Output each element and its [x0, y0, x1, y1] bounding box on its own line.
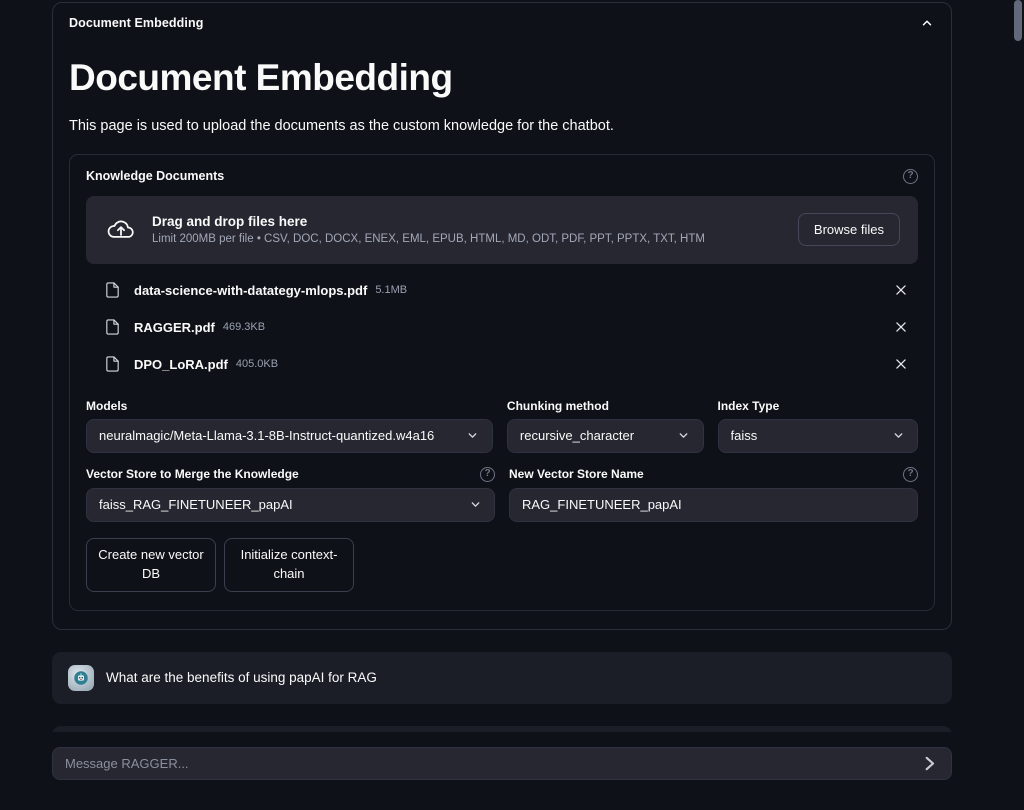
chevron-down-icon [891, 429, 905, 443]
send-arrow-icon[interactable] [919, 754, 939, 774]
new-vector-store-name-label: New Vector Store Name ? [509, 467, 918, 482]
index-type-select[interactable]: faiss [718, 419, 919, 453]
file-dropzone[interactable]: Drag and drop files here Limit 200MB per… [86, 196, 918, 264]
main-content-column: Document Embedding Document Embedding Th… [52, 2, 952, 778]
settings-row-1: Models neuralmagic/Meta-Llama-3.1-8B-Ins… [86, 399, 918, 453]
new-vector-store-name-label-text: New Vector Store Name [509, 467, 644, 481]
chunking-method-value: recursive_character [520, 428, 677, 443]
uploaded-file-list: data-science-with-datategy-mlops.pdf 5.1… [86, 272, 918, 383]
index-type-field: Index Type faiss [718, 399, 919, 453]
chevron-down-icon [677, 429, 691, 443]
vector-store-merge-label-text: Vector Store to Merge the Knowledge [86, 467, 299, 481]
new-vector-store-name-field: New Vector Store Name ? RAG_FINETUNEER_p… [509, 467, 918, 522]
vector-store-merge-field: Vector Store to Merge the Knowledge ? fa… [86, 467, 495, 522]
knowledge-documents-header: Knowledge Documents ? [86, 169, 918, 184]
file-size: 5.1MB [375, 284, 407, 296]
vector-store-merge-label: Vector Store to Merge the Knowledge ? [86, 467, 495, 482]
cloud-upload-icon [104, 213, 138, 247]
models-value: neuralmagic/Meta-Llama-3.1-8B-Instruct-q… [99, 428, 466, 443]
expander-header[interactable]: Document Embedding [53, 3, 951, 39]
expander-title: Document Embedding [69, 16, 203, 30]
remove-file-icon[interactable] [888, 314, 914, 340]
dropzone-limits: Limit 200MB per file • CSV, DOC, DOCX, E… [152, 233, 784, 245]
chat-input-bar[interactable] [52, 747, 952, 780]
page-title: Document Embedding [69, 57, 935, 100]
file-name: data-science-with-datategy-mlops.pdf [134, 283, 367, 298]
file-icon [104, 354, 130, 374]
table-row: data-science-with-datategy-mlops.pdf 5.1… [86, 272, 918, 309]
help-icon[interactable]: ? [903, 467, 918, 482]
browse-files-button[interactable]: Browse files [798, 213, 900, 246]
remove-file-icon[interactable] [888, 351, 914, 377]
file-size: 405.0KB [236, 358, 278, 370]
vector-store-merge-value: faiss_RAG_FINETUNEER_papAI [99, 497, 468, 512]
knowledge-documents-label: Knowledge Documents [86, 169, 224, 183]
chat-input-bar-container [0, 732, 1024, 810]
settings-row-2: Vector Store to Merge the Knowledge ? fa… [86, 467, 918, 522]
create-new-vector-db-button[interactable]: Create new vector DB [86, 538, 216, 592]
chunking-method-label: Chunking method [507, 399, 704, 413]
file-icon [104, 280, 130, 300]
index-type-value: faiss [731, 428, 892, 443]
help-icon[interactable]: ? [903, 169, 918, 184]
chunking-method-select[interactable]: recursive_character [507, 419, 704, 453]
scrollbar-thumb[interactable] [1014, 0, 1022, 41]
file-size: 469.3KB [223, 321, 265, 333]
new-vector-store-name-input[interactable]: RAG_FINETUNEER_papAI [509, 488, 918, 522]
chat-message: What are the benefits of using papAI for… [52, 652, 952, 704]
models-select[interactable]: neuralmagic/Meta-Llama-3.1-8B-Instruct-q… [86, 419, 493, 453]
chat-message-text: What are the benefits of using papAI for… [106, 670, 377, 685]
models-field: Models neuralmagic/Meta-Llama-3.1-8B-Ins… [86, 399, 493, 453]
index-type-label-text: Index Type [718, 399, 780, 413]
models-label: Models [86, 399, 493, 413]
dropzone-title: Drag and drop files here [152, 214, 784, 229]
chunking-method-label-text: Chunking method [507, 399, 609, 413]
models-label-text: Models [86, 399, 127, 413]
table-row: DPO_LoRA.pdf 405.0KB [86, 346, 918, 383]
table-row: RAGGER.pdf 469.3KB [86, 309, 918, 346]
chevron-down-icon [466, 429, 480, 443]
chunking-method-field: Chunking method recursive_character [507, 399, 704, 453]
index-type-label: Index Type [718, 399, 919, 413]
knowledge-documents-card: Knowledge Documents ? [69, 154, 935, 611]
new-vector-store-name-value: RAG_FINETUNEER_papAI [522, 497, 682, 512]
chevron-up-icon[interactable] [919, 15, 935, 31]
file-name: RAGGER.pdf [134, 320, 215, 335]
chat-message-input[interactable] [65, 756, 919, 771]
action-button-row: Create new vector DB Initialize context-… [86, 538, 918, 592]
expander-body: Document Embedding This page is used to … [53, 39, 951, 629]
bot-avatar-icon [68, 665, 94, 691]
file-name: DPO_LoRA.pdf [134, 357, 228, 372]
app-scroll-area: Document Embedding Document Embedding Th… [0, 0, 1024, 810]
initialize-context-chain-button[interactable]: Initialize context-chain [224, 538, 354, 592]
vertical-scrollbar[interactable] [1010, 0, 1024, 810]
page-subtitle: This page is used to upload the document… [69, 118, 935, 134]
document-embedding-expander: Document Embedding Document Embedding Th… [52, 2, 952, 630]
chevron-down-icon [468, 498, 482, 512]
help-icon[interactable]: ? [480, 467, 495, 482]
vector-store-merge-select[interactable]: faiss_RAG_FINETUNEER_papAI [86, 488, 495, 522]
file-icon [104, 317, 130, 337]
remove-file-icon[interactable] [888, 277, 914, 303]
dropzone-texts: Drag and drop files here Limit 200MB per… [152, 214, 784, 245]
